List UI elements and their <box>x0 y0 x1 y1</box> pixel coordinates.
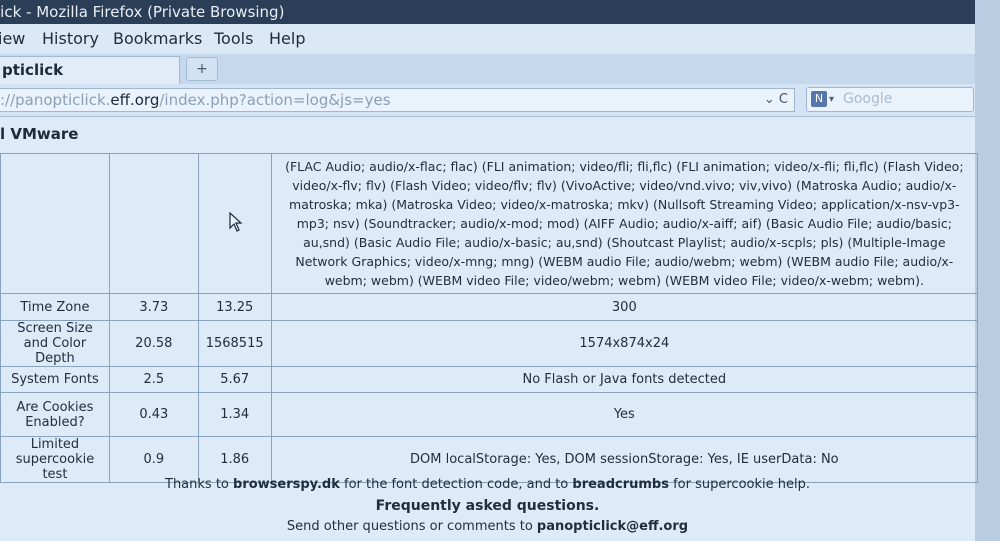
row-value: No Flash or Java fonts detected <box>270 366 979 393</box>
reload-icon[interactable]: ⌄ C <box>764 89 788 111</box>
page-heading: l VMware <box>0 125 79 143</box>
table-row: (FLAC Audio; audio/x-flac; flac) (FLI an… <box>0 153 979 294</box>
contact-line: Send other questions or comments to pano… <box>0 519 975 534</box>
one-in-value: 1568515 <box>197 320 272 367</box>
contact-text: Send other questions or comments to <box>286 519 537 534</box>
menu-bar: iew History Bookmarks Tools Help <box>0 24 975 54</box>
contact-email-link[interactable]: panopticlick@eff.org <box>537 519 688 534</box>
bits-value: 0.43 <box>108 392 199 437</box>
row-label: Screen Size and Color Depth <box>0 320 110 367</box>
row-value: DOM localStorage: Yes, DOM sessionStorag… <box>270 436 979 483</box>
row-label: System Fonts <box>0 366 110 393</box>
one-in-value: 5.67 <box>197 366 272 393</box>
table-row: Time Zone 3.73 13.25 300 <box>0 293 979 321</box>
menu-view[interactable]: iew <box>0 24 25 54</box>
row-value: 300 <box>270 293 979 321</box>
tab-strip: pticlick <box>0 54 975 85</box>
mouse-cursor-icon <box>229 211 243 232</box>
tab-label: pticlick <box>2 61 64 79</box>
bits-value: 20.58 <box>108 320 199 367</box>
menu-bookmarks[interactable]: Bookmarks <box>113 24 202 54</box>
mime-types-value: (FLAC Audio; audio/x-flac; flac) (FLI an… <box>270 153 979 294</box>
menu-help[interactable]: Help <box>269 24 305 54</box>
search-engine-icon[interactable]: N <box>811 91 827 107</box>
credits-text: for supercookie help. <box>668 477 810 492</box>
bits-value: 0.9 <box>108 436 199 483</box>
credits-line: Thanks to browserspy.dk for the font det… <box>0 477 975 492</box>
row-label: Are Cookies Enabled? <box>0 392 110 437</box>
bits-value: 2.5 <box>108 366 199 393</box>
table-cell <box>108 153 199 294</box>
row-value: Yes <box>270 392 979 437</box>
url-scheme: ://panopticlick. <box>0 91 111 109</box>
window-title: lick - Mozilla Firefox (Private Browsing… <box>0 3 285 21</box>
row-label: Time Zone <box>0 293 110 321</box>
url-bar[interactable]: ://panopticlick.eff.org/index.php?action… <box>0 88 795 112</box>
chevron-down-icon[interactable]: ▾ <box>829 88 834 111</box>
search-placeholder: Google <box>843 91 893 107</box>
credits-text: Thanks to <box>165 477 234 492</box>
plus-icon: + <box>196 61 208 77</box>
table-cell <box>197 153 272 294</box>
row-label: Limited supercookie test <box>0 436 110 483</box>
table-cell <box>0 153 110 294</box>
search-input[interactable]: N ▾ Google <box>806 87 974 112</box>
breadcrumbs-link[interactable]: breadcrumbs <box>572 477 669 492</box>
one-in-value: 13.25 <box>197 293 272 321</box>
table-row: Are Cookies Enabled? 0.43 1.34 Yes <box>0 392 979 437</box>
bits-value: 3.73 <box>108 293 199 321</box>
url-host: eff.org <box>110 91 160 109</box>
menu-history[interactable]: History <box>42 24 99 54</box>
window-title-bar: lick - Mozilla Firefox (Private Browsing… <box>0 0 975 24</box>
one-in-value: 1.34 <box>197 392 272 437</box>
credits-text: for the font detection code, and to <box>339 477 573 492</box>
url-path: /index.php?action=log&js=yes <box>159 91 391 109</box>
faq-link[interactable]: Frequently asked questions. <box>0 498 975 514</box>
table-row: Screen Size and Color Depth 20.58 156851… <box>0 320 979 367</box>
new-tab-button[interactable]: + <box>186 57 218 81</box>
one-in-value: 1.86 <box>197 436 272 483</box>
fingerprint-table: (FLAC Audio; audio/x-flac; flac) (FLI an… <box>0 153 979 483</box>
browserspy-link[interactable]: browserspy.dk <box>233 477 340 492</box>
page-content: l VMware (FLAC Audio; audio/x-flac; flac… <box>0 117 979 541</box>
row-value: 1574x874x24 <box>270 320 979 367</box>
window-edge <box>975 0 1000 541</box>
table-row: Limited supercookie test 0.9 1.86 DOM lo… <box>0 436 979 483</box>
tab-panopticlick[interactable]: pticlick <box>0 56 180 84</box>
menu-tools[interactable]: Tools <box>214 24 253 54</box>
table-row: System Fonts 2.5 5.67 No Flash or Java f… <box>0 366 979 393</box>
